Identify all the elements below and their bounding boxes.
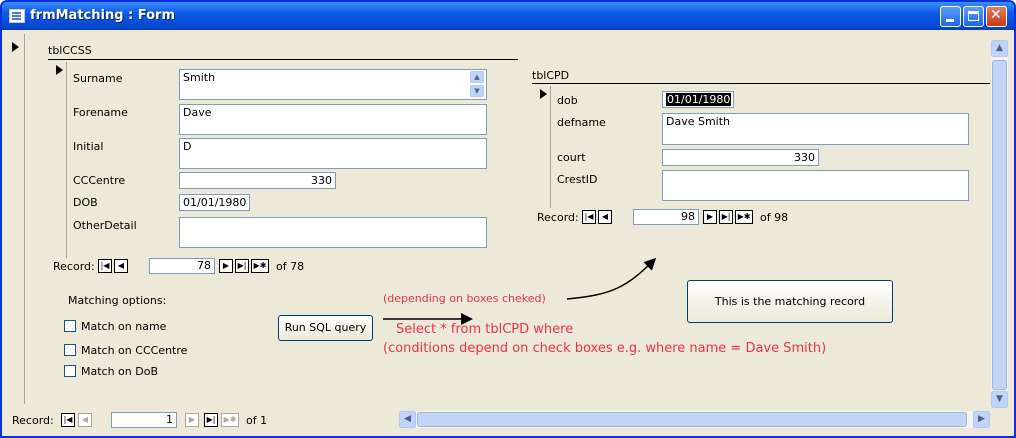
horizontal-scroll-thumb[interactable] bbox=[417, 412, 967, 427]
form-window: frmMatching : Form tblCCSS Surname Smith… bbox=[0, 0, 1016, 438]
scroll-down-icon[interactable]: ▼ bbox=[991, 391, 1008, 408]
vertical-scrollbar[interactable]: ▲ ▼ bbox=[991, 40, 1008, 408]
form-next-record-icon[interactable]: ▶ bbox=[185, 413, 199, 427]
vertical-scroll-thumb[interactable] bbox=[992, 60, 1007, 390]
form-record-navigation: Record: |◀ ◀ 1 ▶ ▶| ▶✱ of 1 bbox=[10, 412, 390, 430]
form-record-label: Record: bbox=[12, 414, 54, 427]
form-previous-record-icon[interactable]: ◀ bbox=[78, 413, 92, 427]
form-new-record-icon[interactable]: ▶✱ bbox=[221, 413, 239, 427]
form-first-record-icon[interactable]: |◀ bbox=[61, 413, 75, 427]
annotation-arrows bbox=[383, 257, 657, 325]
form-record-count: of 1 bbox=[246, 414, 268, 427]
scroll-right-icon[interactable]: ▶ bbox=[973, 411, 990, 428]
curved-arrow bbox=[566, 257, 657, 300]
form-last-record-icon[interactable]: ▶| bbox=[204, 413, 218, 427]
form-record-number-input[interactable]: 1 bbox=[111, 412, 177, 428]
horizontal-scrollbar[interactable]: ◀ ▶ bbox=[399, 411, 990, 428]
scroll-left-icon[interactable]: ◀ bbox=[399, 411, 416, 428]
scroll-up-icon[interactable]: ▲ bbox=[991, 40, 1008, 57]
